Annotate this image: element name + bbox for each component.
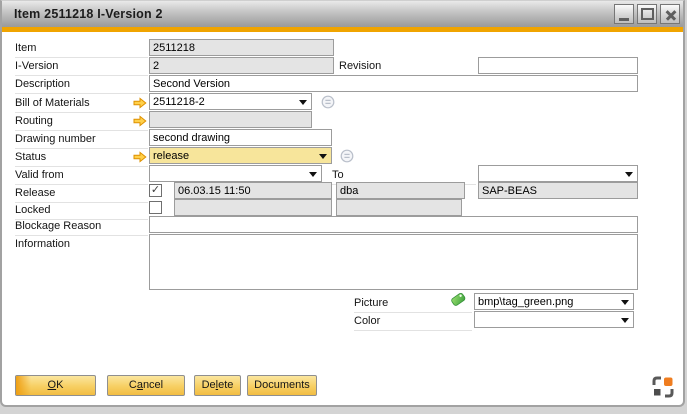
accent-stripe [2,27,683,32]
cancel-button[interactable]: Cancel [107,375,185,396]
release-checkbox[interactable]: ✓ [149,184,162,197]
color-label: Color [354,313,472,331]
valid-from-label: Valid from [15,167,148,185]
valid-to-combo[interactable] [478,165,638,182]
chevron-down-icon[interactable] [309,172,317,177]
item-label: Item [15,40,148,58]
chevron-down-icon[interactable] [621,318,629,323]
link-arrow-icon[interactable] [133,114,147,132]
maximize-icon [641,8,654,20]
revision-field[interactable] [478,57,638,74]
i-version-label: I-Version [15,58,148,76]
chevron-down-icon[interactable] [625,172,633,177]
drawing-number-field[interactable]: second drawing [149,129,332,146]
ok-button[interactable]: OK [15,375,96,396]
status-value: release [153,150,189,162]
information-label: Information [15,236,148,253]
blockage-reason-field[interactable] [149,216,638,233]
close-button[interactable] [660,4,680,24]
color-combo[interactable] [474,311,634,328]
revision-label: Revision [339,58,476,76]
link-arrow-icon[interactable] [133,96,147,114]
blockage-reason-label: Blockage Reason [15,218,148,236]
description-field[interactable]: Second Version [149,75,638,92]
link-arrow-icon[interactable] [133,150,147,168]
i-version-field: 2 [149,57,334,74]
picture-value: bmp\tag_green.png [478,296,573,308]
maximize-button[interactable] [637,4,657,24]
locked-user-field [336,199,462,216]
chevron-down-icon[interactable] [621,300,629,305]
minimize-icon [619,18,629,21]
window-title: Item 2511218 I-Version 2 [14,7,163,21]
routing-label: Routing [15,113,148,131]
chevron-down-icon[interactable] [299,100,307,105]
bill-of-materials-value: 2511218-2 [153,96,205,108]
dialog-window: Item 2511218 I-Version 2 Item 2511218 I-… [0,0,685,407]
picture-combo[interactable]: bmp\tag_green.png [474,293,634,310]
locked-datetime-field [174,199,332,216]
bill-of-materials-label: Bill of Materials [15,95,148,113]
information-textarea[interactable] [149,234,638,290]
documents-button[interactable]: Documents [247,375,317,396]
item-field: 2511218 [149,39,334,56]
chevron-down-icon[interactable] [319,154,327,159]
release-datetime-field: 06.03.15 11:50 [174,182,332,199]
title-bar[interactable]: Item 2511218 I-Version 2 [2,1,683,27]
routing-field [149,111,312,128]
drawing-number-label: Drawing number [15,131,148,149]
window-controls [614,4,680,24]
release-user-field: dba [336,182,465,199]
release-system-field: SAP-BEAS [478,182,638,199]
bill-of-materials-combo[interactable]: 2511218-2 [149,93,312,110]
resize-grip-icon[interactable] [651,375,675,404]
status-label: Status [15,149,148,167]
valid-from-combo[interactable] [149,165,322,182]
green-tag-icon [449,291,467,312]
description-label: Description [15,76,148,94]
delete-button[interactable]: Delete [194,375,241,396]
release-label: Release [15,185,148,203]
status-options-icon[interactable] [340,149,354,168]
minimize-button[interactable] [614,4,634,24]
locked-checkbox[interactable] [149,201,162,214]
status-combo[interactable]: release [149,147,332,164]
bom-options-icon[interactable] [321,95,335,114]
